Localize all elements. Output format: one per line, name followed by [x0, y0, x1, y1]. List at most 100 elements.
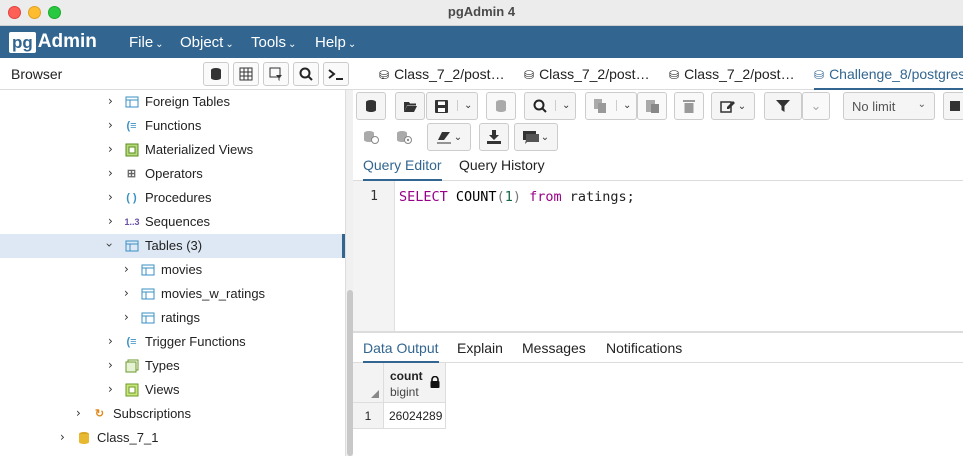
- row-limit-select[interactable]: No limit ⌄: [843, 92, 935, 120]
- sql-editor[interactable]: SELECT COUNT(1) from ratings;: [399, 189, 635, 205]
- menu-tools[interactable]: Tools ⌄: [251, 34, 296, 51]
- chevron-right-icon[interactable]: ›: [76, 406, 81, 420]
- tree-item-operators[interactable]: › ⊞ Operators: [0, 162, 345, 186]
- menu-file[interactable]: File ⌄: [129, 34, 164, 51]
- tab-data-output[interactable]: Data Output: [363, 340, 439, 363]
- tree-label: Materialized Views: [145, 142, 254, 157]
- chevron-down-icon[interactable]: ›: [102, 243, 116, 248]
- chevron-right-icon[interactable]: ›: [108, 190, 113, 204]
- tree-item-functions[interactable]: › (≡ Functions: [0, 114, 345, 138]
- menu-help[interactable]: Help ⌄: [315, 34, 356, 51]
- tab-class-7-2-c[interactable]: ⛁ Class_7_2/post…: [669, 58, 795, 90]
- macros-button[interactable]: ⌄: [514, 123, 558, 151]
- logo-pg: pg: [9, 31, 36, 53]
- save-button[interactable]: ⌄: [426, 92, 478, 120]
- download-icon[interactable]: [479, 123, 509, 151]
- tree-scrollbar[interactable]: [345, 90, 353, 456]
- chevron-right-icon[interactable]: ›: [108, 118, 113, 132]
- sql-number: 1: [504, 189, 513, 205]
- explain-analyze-icon[interactable]: [389, 123, 419, 151]
- tree-item-subscriptions[interactable]: › ↻ Subscriptions: [0, 402, 345, 426]
- chevron-down-icon[interactable]: ⌄: [738, 101, 746, 112]
- sql-paren: ): [512, 189, 521, 205]
- browser-panel-header: Browser: [0, 58, 353, 90]
- chevron-right-icon[interactable]: ›: [124, 310, 129, 324]
- tree-item-sequences[interactable]: › 1..3 Sequences: [0, 210, 345, 234]
- chevron-right-icon[interactable]: ›: [124, 286, 129, 300]
- stop-button[interactable]: [943, 92, 963, 120]
- chevron-right-icon[interactable]: ›: [124, 262, 129, 276]
- chevron-right-icon[interactable]: ›: [108, 214, 113, 228]
- grid-icon[interactable]: [233, 62, 259, 86]
- tab-messages[interactable]: Messages: [522, 340, 586, 363]
- chevron-down-icon[interactable]: ⌄: [616, 100, 631, 111]
- tree-item-foreign-tables[interactable]: › Foreign Tables: [0, 90, 345, 114]
- tree-item-tables[interactable]: › Tables (3): [0, 234, 345, 258]
- tab-class-7-2-a[interactable]: ⛁ Class_7_2/post…: [379, 58, 505, 90]
- database-icon[interactable]: [203, 62, 229, 86]
- edit-button[interactable]: ⌄: [711, 92, 755, 120]
- chevron-right-icon[interactable]: ›: [108, 334, 113, 348]
- open-file-icon[interactable]: [395, 92, 425, 120]
- terminal-icon[interactable]: [323, 62, 349, 86]
- delete-icon[interactable]: [674, 92, 704, 120]
- search-icon[interactable]: [293, 62, 319, 86]
- find-button[interactable]: ⌄: [524, 92, 576, 120]
- table-cell[interactable]: 26024289: [384, 403, 446, 429]
- tab-challenge-8[interactable]: ⛁ Challenge_8/postgres: [814, 58, 963, 90]
- chevron-right-icon[interactable]: ›: [108, 382, 113, 396]
- pgadmin-logo[interactable]: pg Admin: [9, 31, 97, 53]
- tab-class-7-2-b[interactable]: ⛁ Class_7_2/post…: [524, 58, 650, 90]
- tree-item-class-7-1[interactable]: › Class_7_1: [0, 426, 345, 450]
- column-header[interactable]: count bigint: [384, 363, 446, 403]
- paste-icon[interactable]: [637, 92, 667, 120]
- chevron-down-icon: ⌄: [917, 99, 926, 110]
- tab-explain[interactable]: Explain: [457, 340, 503, 363]
- chevron-down-icon[interactable]: ⌄: [541, 132, 549, 143]
- clear-button[interactable]: ⌄: [427, 123, 471, 151]
- tree-label: Trigger Functions: [145, 334, 246, 349]
- result-grid: count bigint 1 26024289: [353, 363, 963, 456]
- copy-button[interactable]: ⌄: [585, 92, 637, 120]
- tree-item-views[interactable]: › Views: [0, 378, 345, 402]
- tree-item-movies[interactable]: › movies: [0, 258, 345, 282]
- tab-query-editor[interactable]: Query Editor: [363, 157, 442, 181]
- tree-item-procedures[interactable]: › ( ) Procedures: [0, 186, 345, 210]
- output-tabs: Data Output Explain Messages Notificatio…: [353, 333, 963, 363]
- chevron-down-icon[interactable]: ⌄: [454, 132, 462, 143]
- filter-icon[interactable]: [764, 92, 802, 120]
- copy-icon: [594, 99, 606, 113]
- tree-label: Subscriptions: [113, 406, 192, 421]
- chevron-right-icon[interactable]: ›: [108, 166, 113, 180]
- chevron-down-icon[interactable]: ⌄: [802, 92, 830, 120]
- tree-item-trigger-functions[interactable]: › (≡ Trigger Functions: [0, 330, 345, 354]
- menu-object[interactable]: Object ⌄: [180, 34, 234, 51]
- foreign-table-icon: [124, 94, 139, 109]
- tree-item-movies-w-ratings[interactable]: › movies_w_ratings: [0, 282, 345, 306]
- edit-icon: [720, 101, 735, 113]
- filter-table-icon[interactable]: [263, 62, 289, 86]
- database-icon: ⛁: [524, 68, 535, 82]
- window-titlebar: pgAdmin 4: [0, 0, 963, 26]
- tab-notifications[interactable]: Notifications: [606, 340, 682, 363]
- grid-select-all[interactable]: [353, 363, 384, 403]
- explain-icon[interactable]: [356, 123, 386, 151]
- chevron-right-icon[interactable]: ›: [108, 94, 113, 108]
- table-icon: [124, 238, 139, 253]
- database-disabled-icon[interactable]: [486, 92, 516, 120]
- chevron-right-icon[interactable]: ›: [60, 430, 65, 444]
- trigger-function-icon: (≡: [126, 335, 137, 348]
- chevron-right-icon[interactable]: ›: [108, 142, 113, 156]
- tree-item-types[interactable]: › Types: [0, 354, 345, 378]
- tree-label: movies: [161, 262, 203, 277]
- row-number[interactable]: 1: [353, 403, 384, 429]
- database-connection-icon[interactable]: [356, 92, 386, 120]
- tree-item-materialized-views[interactable]: › Materialized Views: [0, 138, 345, 162]
- table-icon: [140, 286, 155, 301]
- operator-icon: ⊞: [126, 168, 137, 180]
- chevron-down-icon[interactable]: ⌄: [457, 100, 472, 111]
- chevron-right-icon[interactable]: ›: [108, 358, 113, 372]
- tree-item-ratings[interactable]: › ratings: [0, 306, 345, 330]
- tab-query-history[interactable]: Query History: [459, 157, 545, 181]
- chevron-down-icon[interactable]: ⌄: [555, 100, 570, 111]
